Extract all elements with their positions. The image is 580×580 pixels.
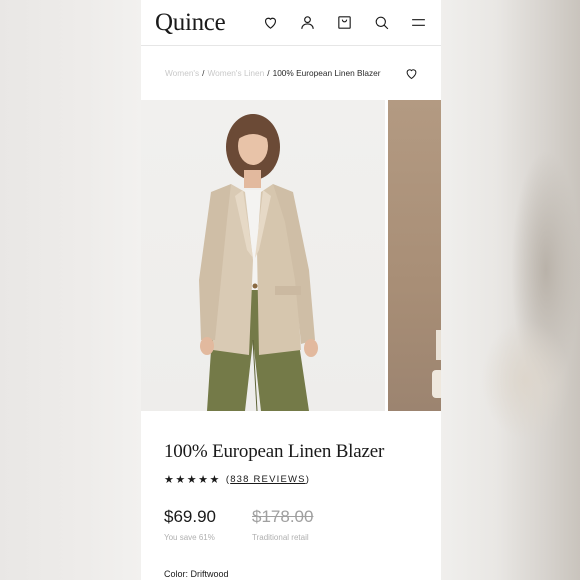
account-icon[interactable] [299, 14, 316, 31]
site-header: Quince [141, 0, 441, 46]
color-selection: Color: Driftwood [164, 569, 418, 579]
breadcrumb-link-womens-linen[interactable]: Women's Linen [207, 68, 264, 78]
retail-price: $178.00 [252, 507, 314, 526]
reviews-close-paren: ) [305, 474, 311, 485]
background-left [0, 0, 141, 580]
bag-icon[interactable] [336, 14, 353, 31]
color-value: Driftwood [190, 569, 229, 579]
breadcrumb-separator: / [202, 68, 205, 78]
price-block: $69.90 You save 61% [164, 507, 252, 542]
heart-icon[interactable] [262, 14, 279, 31]
background-right [441, 0, 580, 580]
search-icon[interactable] [373, 14, 390, 31]
next-photo-preview [432, 330, 441, 398]
retail-label: Traditional retail [252, 533, 309, 542]
reviews-link[interactable]: (838 REVIEWS) [226, 474, 310, 485]
mobile-page: Quince Women's / Women's Linen / 100% Eu… [141, 0, 441, 580]
model-illustration [199, 114, 318, 411]
color-label: Color: [164, 569, 189, 579]
retail-price-block: $178.00 Traditional retail [252, 507, 340, 542]
price-row: $69.90 You save 61% $178.00 Traditional … [164, 507, 418, 542]
sale-price: $69.90 [164, 507, 216, 526]
background-blur-shape [481, 320, 571, 440]
wishlist-heart-icon[interactable] [404, 66, 419, 81]
reviews-count[interactable]: 838 REVIEWS [230, 474, 306, 485]
product-title: 100% European Linen Blazer [164, 441, 385, 462]
breadcrumb: Women's / Women's Linen / 100% European … [141, 46, 441, 100]
brand-logo[interactable]: Quince [155, 9, 226, 37]
rating-row: ★★★★★ (838 REVIEWS) [164, 473, 418, 486]
star-rating: ★★★★★ [164, 474, 221, 486]
menu-icon[interactable] [410, 14, 427, 31]
breadcrumb-current: 100% European Linen Blazer [272, 68, 381, 78]
savings-text: You save 61% [164, 533, 215, 542]
breadcrumb-link-womens[interactable]: Women's [165, 68, 199, 78]
product-gallery[interactable] [141, 100, 441, 411]
breadcrumb-separator: / [267, 68, 270, 78]
header-icons [262, 14, 427, 31]
product-info: 100% European Linen Blazer ★★★★★ (838 RE… [141, 411, 441, 579]
product-photo-next[interactable] [388, 100, 441, 411]
product-photo-main[interactable] [141, 100, 385, 411]
